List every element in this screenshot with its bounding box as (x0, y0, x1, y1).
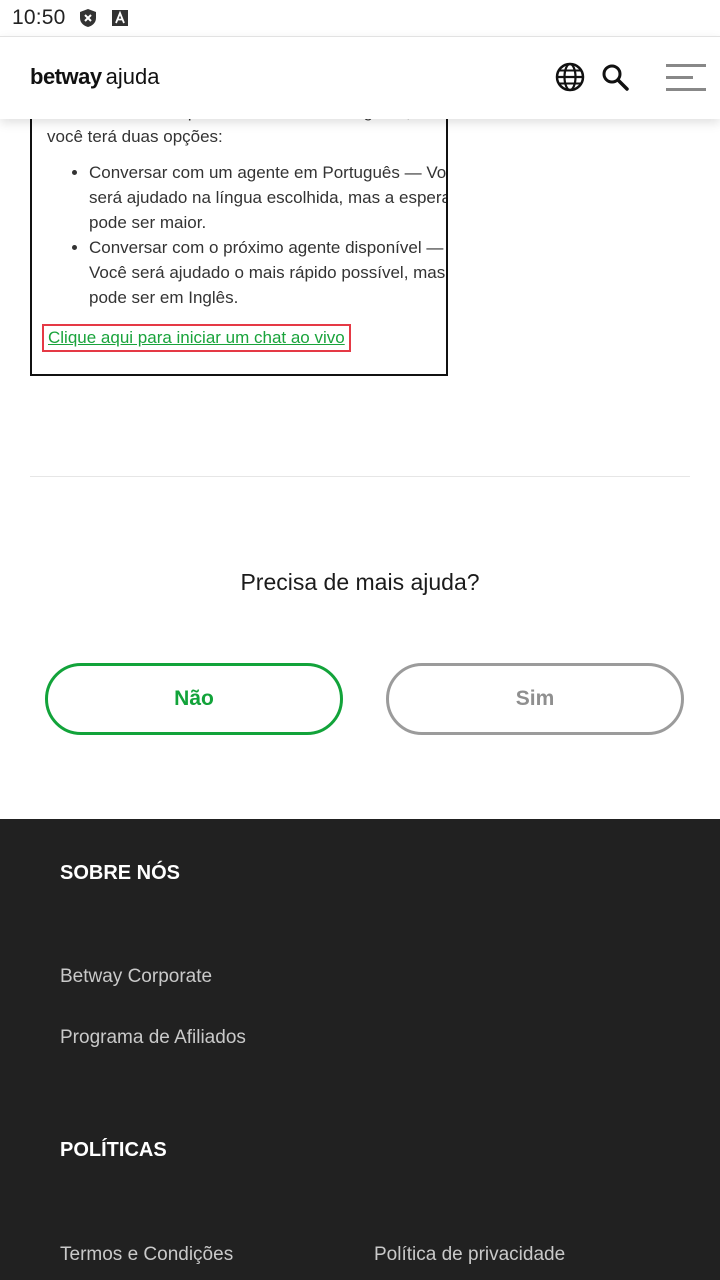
globe-icon (555, 62, 585, 92)
footer-link-terms[interactable]: Termos e Condições (60, 1244, 233, 1266)
search-icon (602, 64, 629, 91)
status-bar: 10:50 (0, 0, 720, 36)
divider (30, 476, 690, 477)
hamburger-menu-icon (666, 64, 706, 91)
yes-button[interactable]: Sim (386, 663, 684, 735)
font-icon (110, 8, 130, 28)
footer-link-privacy[interactable]: Política de privacidade (374, 1244, 565, 1266)
help-question: Precisa de mais ajuda? (240, 569, 480, 595)
logo-sub: ajuda (105, 64, 160, 89)
footer-link-betway-corporate[interactable]: Betway Corporate (60, 966, 212, 988)
menu-button[interactable] (664, 59, 708, 95)
no-button[interactable]: Não (45, 663, 343, 735)
chat-options-screenshot: Se você escolher quiser conversar com a … (30, 98, 448, 376)
status-time: 10:50 (12, 6, 66, 29)
highlight-box: Clique aqui para iniciar um chat ao vivo (42, 324, 351, 352)
site-header: betway ajuda (0, 36, 720, 119)
options-list: Conversar com um agente em Português — V… (47, 160, 446, 310)
about-heading: SOBRE NÓS (60, 862, 181, 884)
shield-icon (78, 8, 98, 28)
logo-brand: betway (30, 64, 102, 89)
options-intro: você terá duas opções: (47, 127, 223, 146)
article-content: Se você escolher quiser conversar com a … (0, 98, 720, 819)
language-button[interactable] (552, 59, 588, 95)
list-item: Conversar com o próximo agente disponíve… (89, 235, 446, 310)
live-chat-link[interactable]: Clique aqui para iniciar um chat ao vivo (48, 328, 345, 347)
list-item: Conversar com um agente em Português — V… (89, 160, 446, 235)
policies-heading: POLÍTICAS (60, 1139, 167, 1161)
search-button[interactable] (597, 59, 633, 95)
footer-link-affiliates[interactable]: Programa de Afiliados (60, 1027, 246, 1049)
site-footer: SOBRE NÓS Betway Corporate Programa de A… (0, 819, 720, 1280)
betway-logo[interactable]: betway ajuda (30, 64, 159, 90)
